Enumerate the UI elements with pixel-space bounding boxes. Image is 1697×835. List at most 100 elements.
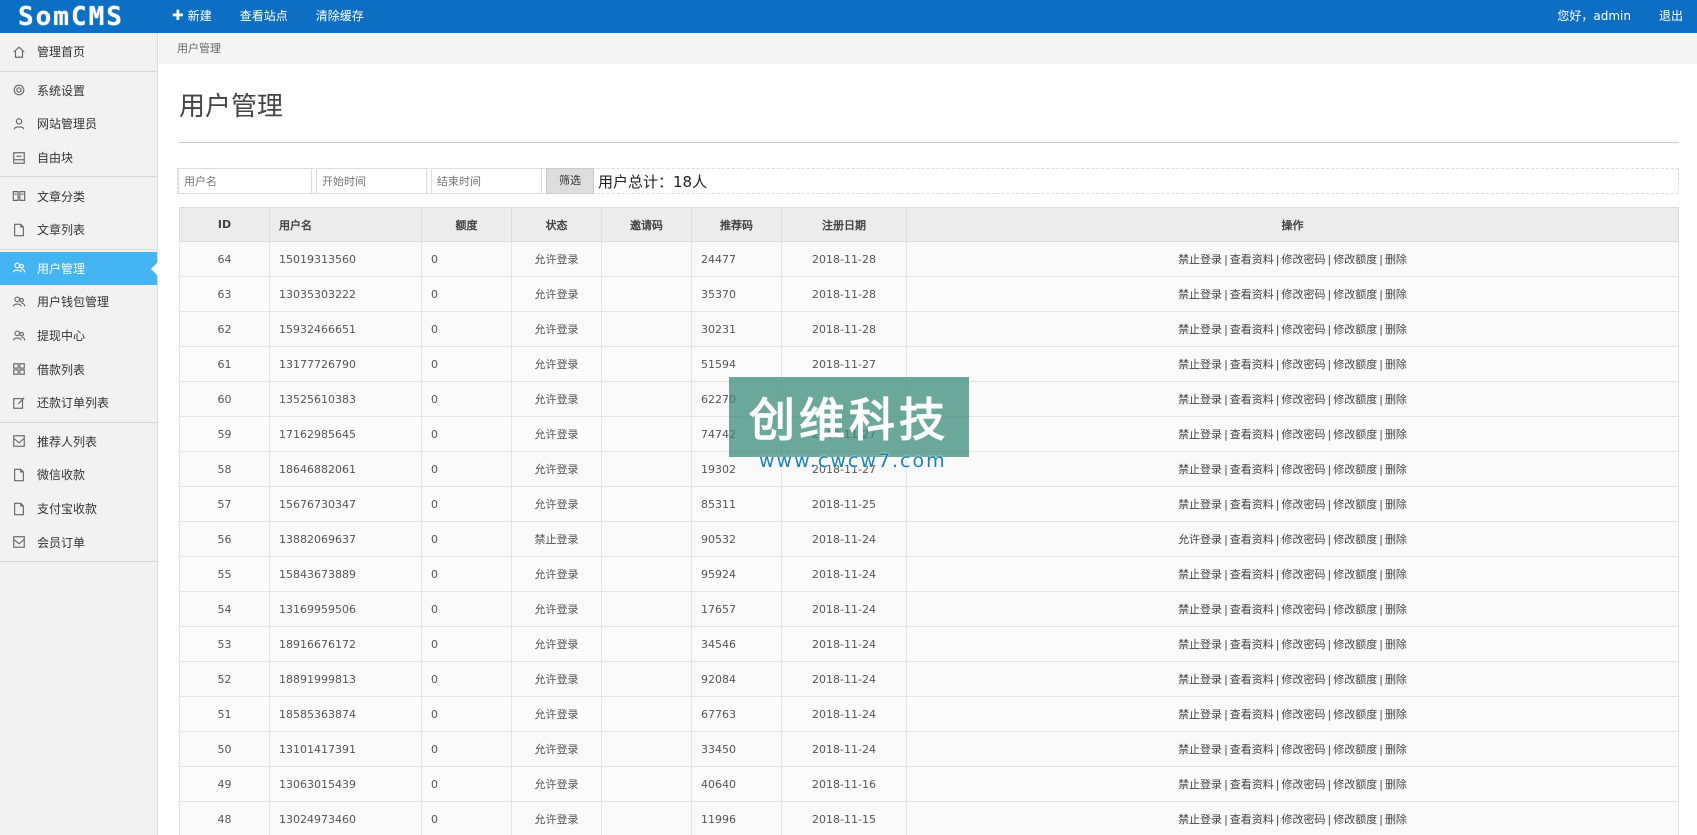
sidebar-item[interactable]: 用户管理 [0,251,158,286]
end-time-input[interactable] [431,168,542,194]
sidebar-item[interactable]: 系统设置 [0,74,157,108]
toggle-login-link[interactable]: 禁止登录 [1178,743,1222,756]
change-quota-link[interactable]: 修改额度 [1333,323,1377,336]
clear-cache-link[interactable]: 清除缓存 [302,0,378,33]
view-profile-link[interactable]: 查看资料 [1230,533,1274,546]
change-quota-link[interactable]: 修改额度 [1333,498,1377,511]
view-profile-link[interactable]: 查看资料 [1230,638,1274,651]
view-site-link[interactable]: 查看站点 [226,0,302,33]
view-profile-link[interactable]: 查看资料 [1230,428,1274,441]
change-password-link[interactable]: 修改密码 [1282,288,1326,301]
view-profile-link[interactable]: 查看资料 [1230,253,1274,266]
delete-link[interactable]: 删除 [1385,498,1407,511]
view-profile-link[interactable]: 查看资料 [1230,603,1274,616]
toggle-login-link[interactable]: 禁止登录 [1178,638,1222,651]
delete-link[interactable]: 删除 [1385,673,1407,686]
toggle-login-link[interactable]: 禁止登录 [1178,603,1222,616]
username-input[interactable] [178,168,312,194]
user-greeting[interactable]: 您好，admin [1543,0,1645,33]
delete-link[interactable]: 删除 [1385,778,1407,791]
delete-link[interactable]: 删除 [1385,393,1407,406]
view-profile-link[interactable]: 查看资料 [1230,393,1274,406]
sidebar-item[interactable]: 支付宝收款 [0,492,157,526]
change-quota-link[interactable]: 修改额度 [1333,428,1377,441]
toggle-login-link[interactable]: 禁止登录 [1178,288,1222,301]
delete-link[interactable]: 删除 [1385,323,1407,336]
change-quota-link[interactable]: 修改额度 [1333,568,1377,581]
delete-link[interactable]: 删除 [1385,533,1407,546]
toggle-login-link[interactable]: 禁止登录 [1178,708,1222,721]
toggle-login-link[interactable]: 禁止登录 [1178,358,1222,371]
change-password-link[interactable]: 修改密码 [1282,428,1326,441]
view-profile-link[interactable]: 查看资料 [1230,743,1274,756]
change-password-link[interactable]: 修改密码 [1282,603,1326,616]
toggle-login-link[interactable]: 禁止登录 [1178,498,1222,511]
change-password-link[interactable]: 修改密码 [1282,778,1326,791]
change-quota-link[interactable]: 修改额度 [1333,673,1377,686]
change-password-link[interactable]: 修改密码 [1282,358,1326,371]
delete-link[interactable]: 删除 [1385,253,1407,266]
change-quota-link[interactable]: 修改额度 [1333,358,1377,371]
view-profile-link[interactable]: 查看资料 [1230,568,1274,581]
change-password-link[interactable]: 修改密码 [1282,323,1326,336]
change-quota-link[interactable]: 修改额度 [1333,778,1377,791]
view-profile-link[interactable]: 查看资料 [1230,778,1274,791]
change-password-link[interactable]: 修改密码 [1282,743,1326,756]
change-quota-link[interactable]: 修改额度 [1333,533,1377,546]
view-profile-link[interactable]: 查看资料 [1230,288,1274,301]
change-quota-link[interactable]: 修改额度 [1333,708,1377,721]
sidebar-item[interactable]: 微信收款 [0,458,157,492]
toggle-login-link[interactable]: 允许登录 [1178,533,1222,546]
toggle-login-link[interactable]: 禁止登录 [1178,673,1222,686]
delete-link[interactable]: 删除 [1385,568,1407,581]
change-password-link[interactable]: 修改密码 [1282,708,1326,721]
change-password-link[interactable]: 修改密码 [1282,813,1326,826]
change-password-link[interactable]: 修改密码 [1282,498,1326,511]
toggle-login-link[interactable]: 禁止登录 [1178,778,1222,791]
sidebar-item[interactable]: 推荐人列表 [0,425,157,459]
change-password-link[interactable]: 修改密码 [1282,638,1326,651]
change-quota-link[interactable]: 修改额度 [1333,288,1377,301]
change-quota-link[interactable]: 修改额度 [1333,603,1377,616]
delete-link[interactable]: 删除 [1385,813,1407,826]
delete-link[interactable]: 删除 [1385,463,1407,476]
view-profile-link[interactable]: 查看资料 [1230,498,1274,511]
change-password-link[interactable]: 修改密码 [1282,533,1326,546]
change-quota-link[interactable]: 修改额度 [1333,393,1377,406]
toggle-login-link[interactable]: 禁止登录 [1178,323,1222,336]
toggle-login-link[interactable]: 禁止登录 [1178,393,1222,406]
sidebar-item[interactable]: 文章列表 [0,213,157,247]
sidebar-item[interactable]: 管理首页 [0,35,157,69]
delete-link[interactable]: 删除 [1385,603,1407,616]
change-quota-link[interactable]: 修改额度 [1333,638,1377,651]
change-password-link[interactable]: 修改密码 [1282,463,1326,476]
start-time-input[interactable] [316,168,427,194]
delete-link[interactable]: 删除 [1385,428,1407,441]
change-quota-link[interactable]: 修改额度 [1333,743,1377,756]
toggle-login-link[interactable]: 禁止登录 [1178,428,1222,441]
change-password-link[interactable]: 修改密码 [1282,673,1326,686]
logout-link[interactable]: 退出 [1645,0,1697,33]
change-password-link[interactable]: 修改密码 [1282,393,1326,406]
change-quota-link[interactable]: 修改额度 [1333,463,1377,476]
app-logo[interactable]: SomCMS [0,0,158,33]
sidebar-item[interactable]: 还款订单列表 [0,386,157,420]
change-password-link[interactable]: 修改密码 [1282,253,1326,266]
toggle-login-link[interactable]: 禁止登录 [1178,813,1222,826]
delete-link[interactable]: 删除 [1385,358,1407,371]
view-profile-link[interactable]: 查看资料 [1230,708,1274,721]
view-profile-link[interactable]: 查看资料 [1230,358,1274,371]
view-profile-link[interactable]: 查看资料 [1230,463,1274,476]
delete-link[interactable]: 删除 [1385,288,1407,301]
sidebar-item[interactable]: 借款列表 [0,352,157,386]
toggle-login-link[interactable]: 禁止登录 [1178,463,1222,476]
toggle-login-link[interactable]: 禁止登录 [1178,253,1222,266]
change-quota-link[interactable]: 修改额度 [1333,253,1377,266]
sidebar-item[interactable]: 会员订单 [0,525,157,559]
delete-link[interactable]: 删除 [1385,638,1407,651]
view-profile-link[interactable]: 查看资料 [1230,673,1274,686]
view-profile-link[interactable]: 查看资料 [1230,323,1274,336]
filter-button[interactable]: 筛选 [546,168,594,194]
sidebar-item[interactable]: 网站管理员 [0,107,157,141]
view-profile-link[interactable]: 查看资料 [1230,813,1274,826]
